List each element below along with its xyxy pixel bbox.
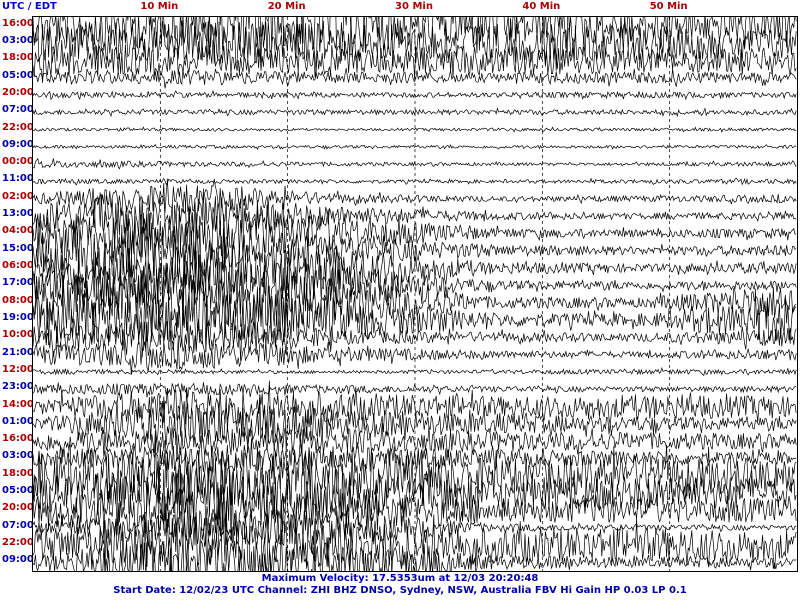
seismogram-plot [32, 16, 798, 572]
trace-line [33, 126, 797, 133]
trace-line [33, 500, 797, 571]
chart-header: UTC / EDT 10 Min 20 Min 30 Min 40 Min 50 Min [0, 0, 800, 16]
local-hour-label: 05:00 [2, 69, 34, 81]
trace-line [33, 89, 797, 101]
utc-hour-label: 06:00 [2, 260, 34, 272]
trace-line [33, 143, 797, 151]
utc-hour-label: 00:00 [2, 156, 34, 168]
local-hour-label: 05:00 [2, 485, 34, 497]
local-hour-label: 03:00 [2, 34, 34, 46]
local-hour-label: 17:00 [2, 277, 34, 289]
x-tick-label: 40 Min [522, 1, 561, 12]
helicorder-svg [33, 17, 797, 571]
local-hour-label: 03:00 [2, 450, 34, 462]
local-hour-label: 23:00 [2, 381, 34, 393]
utc-hour-label: 20:00 [2, 86, 34, 98]
utc-hour-label: 18:00 [2, 52, 34, 64]
trace-line [33, 177, 797, 186]
utc-hour-label: 22:00 [2, 121, 34, 133]
trace-line [33, 157, 797, 170]
trace-line [33, 178, 797, 216]
station-info-text: Start Date: 12/02/23 UTC Channel: ZHI BH… [113, 585, 687, 596]
utc-hour-label: 16:00 [2, 433, 34, 445]
trace-line [33, 382, 797, 398]
chart-footer: Maximum Velocity: 17.5353um at 12/03 20:… [0, 573, 800, 600]
local-hour-label: 13:00 [2, 208, 34, 220]
trace-line [33, 313, 797, 358]
local-hour-label: 07:00 [2, 104, 34, 116]
x-tick-label: 20 Min [267, 1, 306, 12]
utc-hour-label: 22:00 [2, 537, 34, 549]
x-tick-label: 50 Min [649, 1, 688, 12]
trace-line [33, 107, 797, 118]
local-hour-label: 07:00 [2, 519, 34, 531]
local-hour-label: 01:00 [2, 415, 34, 427]
trace-line [33, 39, 797, 83]
x-tick-label: 10 Min [140, 1, 179, 12]
local-hour-label: 09:00 [2, 138, 34, 150]
utc-hour-label: 10:00 [2, 329, 34, 341]
local-hour-label: 21:00 [2, 346, 34, 358]
utc-hour-label: 14:00 [2, 398, 34, 410]
utc-hour-label: 02:00 [2, 190, 34, 202]
row-time-labels: 16:00 03:00 18:00 05:00 20:00 07:00 22:00 09:00… [0, 16, 34, 572]
utc-hour-label: 04:00 [2, 225, 34, 237]
max-velocity-text: Maximum Velocity: 17.5353um at 12/03 20:… [261, 573, 539, 584]
utc-hour-label: 20:00 [2, 502, 34, 514]
timezone-label: UTC / EDT [2, 1, 57, 12]
local-hour-label: 19:00 [2, 311, 34, 323]
x-tick-label: 30 Min [395, 1, 433, 12]
utc-hour-label: 08:00 [2, 294, 34, 306]
local-hour-label: 15:00 [2, 242, 34, 254]
utc-hour-label: 12:00 [2, 363, 34, 375]
local-hour-label: 09:00 [2, 554, 34, 566]
local-hour-label: 11:00 [2, 173, 34, 185]
utc-hour-label: 18:00 [2, 467, 34, 479]
utc-hour-label: 16:00 [2, 17, 34, 29]
